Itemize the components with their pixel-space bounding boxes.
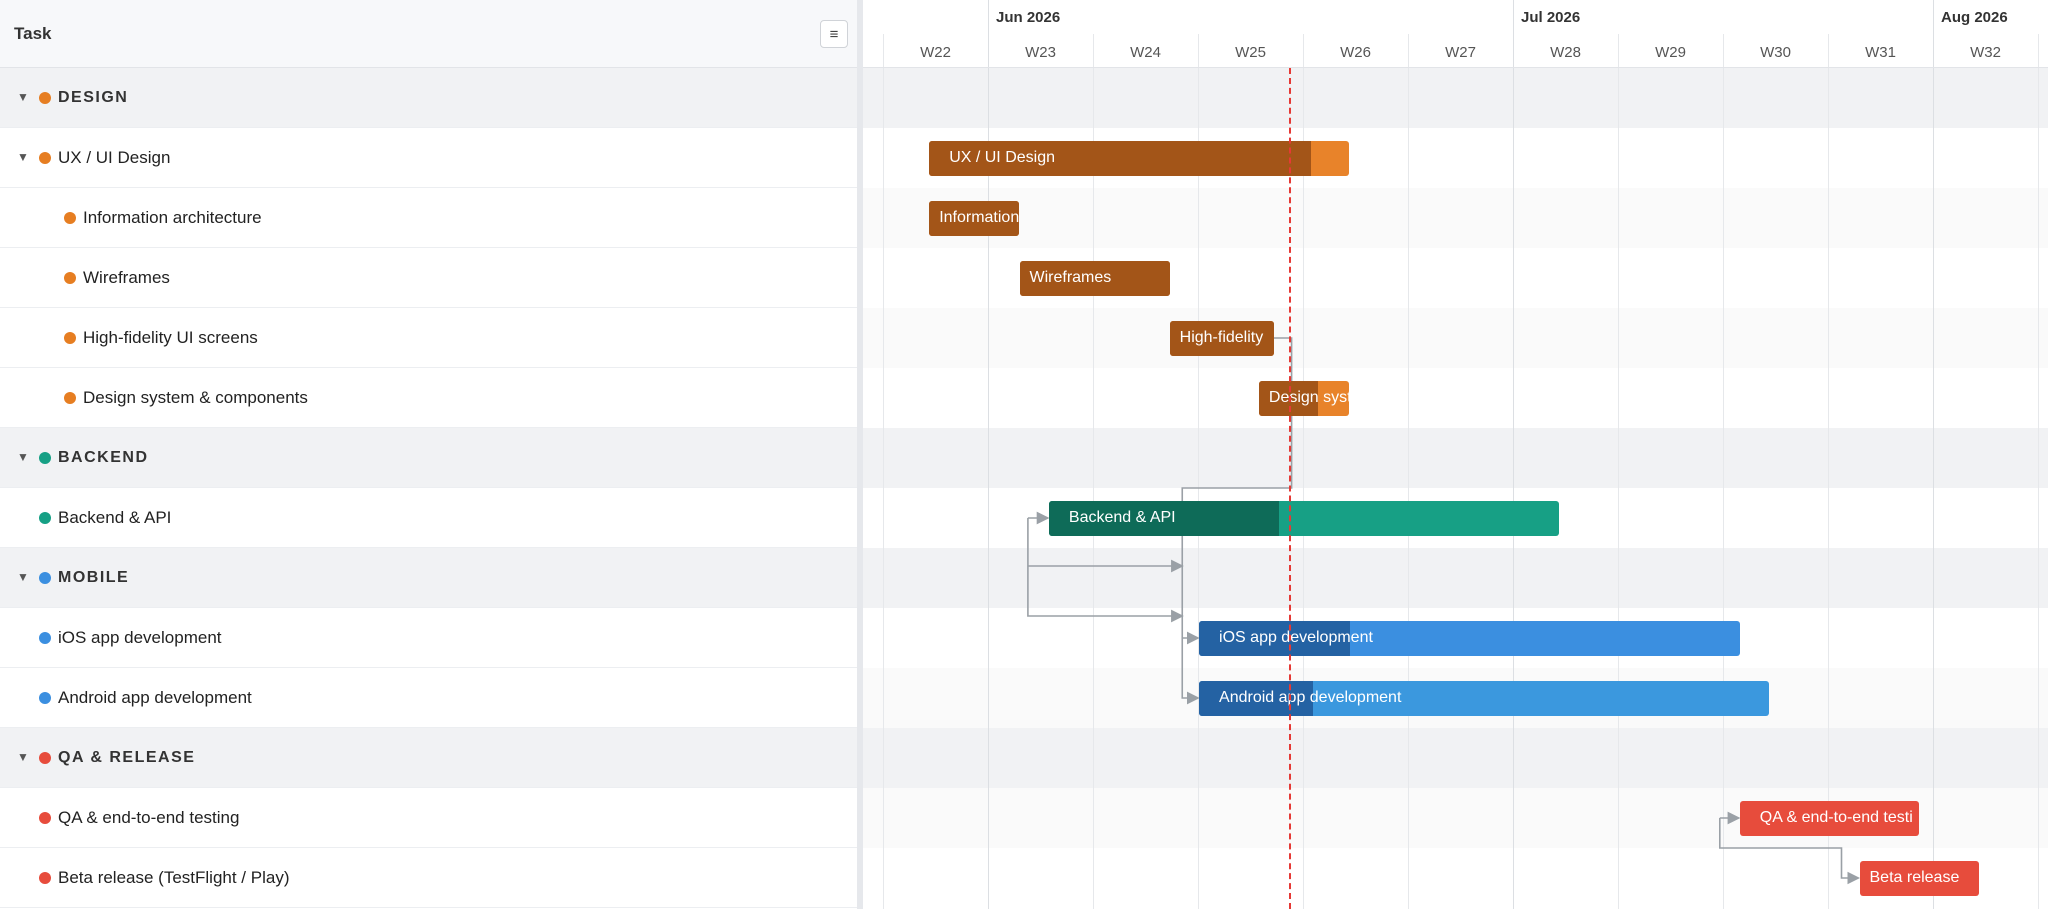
menu-icon: ≡ bbox=[829, 25, 839, 43]
task-row[interactable]: Backend & API bbox=[0, 488, 857, 548]
gantt-bar-label: Information bbox=[939, 209, 1020, 226]
task-row[interactable]: High-fidelity UI screens bbox=[0, 308, 857, 368]
task-row[interactable]: Information architecture bbox=[0, 188, 857, 248]
gantt-bar-label: Beta release bbox=[1869, 869, 1960, 886]
gantt-bar[interactable]: High-fidelity bbox=[1169, 321, 1274, 356]
task-label: QA & end-to-end testing bbox=[58, 808, 240, 827]
task-list-panel: Task ≡ ▼ DESIGN ▼ UX / UI Design Information… bbox=[0, 0, 857, 909]
task-list-header: Task ≡ bbox=[0, 0, 857, 68]
gantt-bar[interactable]: Beta release bbox=[1859, 861, 1980, 896]
gantt-bar-label: Design syst bbox=[1268, 389, 1350, 406]
task-label: High-fidelity UI screens bbox=[83, 328, 258, 347]
task-label: BACKEND bbox=[58, 449, 149, 466]
task-row[interactable]: Wireframes bbox=[0, 248, 857, 308]
gantt-bar[interactable]: Android app development bbox=[1199, 681, 1770, 716]
gantt-bar[interactable]: iOS app development bbox=[1199, 621, 1740, 656]
task-label: Android app development bbox=[58, 688, 252, 707]
gantt-bar[interactable]: Wireframes bbox=[1019, 261, 1170, 296]
task-label: Information architecture bbox=[83, 208, 262, 227]
task-row[interactable]: Design system & components bbox=[0, 368, 857, 428]
gantt-bar[interactable]: Backend & API bbox=[1048, 501, 1560, 536]
task-label: DESIGN bbox=[58, 89, 129, 106]
gantt-bar-label: UX / UI Design bbox=[949, 149, 1055, 166]
group-row[interactable]: ▼ QA & RELEASE bbox=[0, 728, 857, 788]
group-row[interactable]: ▼ MOBILE bbox=[0, 548, 857, 608]
gantt-bar-label: Android app development bbox=[1219, 689, 1402, 706]
task-row[interactable]: iOS app development bbox=[0, 608, 857, 668]
group-row[interactable]: ▼ BACKEND bbox=[0, 428, 857, 488]
task-label: QA & RELEASE bbox=[58, 749, 196, 766]
task-row[interactable]: Android app development bbox=[0, 668, 857, 728]
color-dot-icon bbox=[64, 272, 76, 284]
color-dot-icon bbox=[39, 512, 51, 524]
task-label: Beta release (TestFlight / Play) bbox=[58, 868, 290, 887]
group-row[interactable]: ▼ DESIGN bbox=[0, 68, 857, 128]
gantt-bar[interactable]: UX / UI Design bbox=[929, 141, 1350, 176]
task-label: UX / UI Design bbox=[58, 148, 171, 167]
color-dot-icon bbox=[39, 812, 51, 824]
color-dot-icon bbox=[39, 92, 51, 104]
task-row[interactable]: QA & end-to-end testing bbox=[0, 788, 857, 848]
task-label: Design system & components bbox=[83, 388, 308, 407]
task-label: MOBILE bbox=[58, 569, 130, 586]
color-dot-icon bbox=[39, 872, 51, 884]
task-row[interactable]: Beta release (TestFlight / Play) bbox=[0, 848, 857, 908]
collapse-caret-icon[interactable]: ▼ bbox=[17, 450, 29, 464]
color-dot-icon bbox=[64, 332, 76, 344]
collapse-caret-icon[interactable]: ▼ bbox=[17, 150, 29, 164]
task-label: Wireframes bbox=[83, 268, 170, 287]
gantt-bar-label: QA & end-to-end testi bbox=[1759, 809, 1913, 826]
column-menu-button[interactable]: ≡ bbox=[820, 20, 848, 48]
color-dot-icon bbox=[64, 212, 76, 224]
gantt-timeline-panel: Jun 2026 Jul 2026 Aug 2026 W22 W23 W24 W25 W26… bbox=[863, 0, 2048, 909]
collapse-caret-icon[interactable]: ▼ bbox=[17, 570, 29, 584]
color-dot-icon bbox=[39, 152, 51, 164]
color-dot-icon bbox=[39, 452, 51, 464]
gantt-bar[interactable]: QA & end-to-end testi bbox=[1739, 801, 1920, 836]
gantt-bar-label: Backend & API bbox=[1068, 509, 1176, 526]
task-column-title: Task bbox=[14, 24, 52, 43]
gantt-bar[interactable]: Design syst bbox=[1258, 381, 1350, 416]
color-dot-icon bbox=[39, 692, 51, 704]
gantt-bar-label: iOS app development bbox=[1219, 629, 1373, 646]
dependency-links bbox=[1027, 337, 1861, 885]
collapse-caret-icon[interactable]: ▼ bbox=[17, 750, 29, 764]
task-label: iOS app development bbox=[58, 628, 222, 647]
task-label: Backend & API bbox=[58, 508, 172, 527]
today-marker bbox=[1289, 68, 1292, 909]
gantt-bar-label: Wireframes bbox=[1029, 269, 1112, 286]
task-row[interactable]: ▼ UX / UI Design bbox=[0, 128, 857, 188]
gantt-bar[interactable]: Information bbox=[929, 201, 1020, 236]
gantt-bar-label: High-fidelity bbox=[1179, 329, 1264, 346]
color-dot-icon bbox=[39, 632, 51, 644]
color-dot-icon bbox=[39, 752, 51, 764]
color-dot-icon bbox=[64, 392, 76, 404]
color-dot-icon bbox=[39, 572, 51, 584]
collapse-caret-icon[interactable]: ▼ bbox=[17, 90, 29, 104]
